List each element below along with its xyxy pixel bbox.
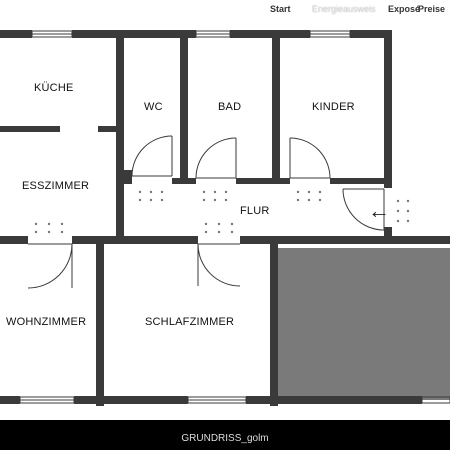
room-label-wc: WC (144, 101, 163, 113)
room-label-kinder: KINDER (312, 101, 355, 113)
caption-bar: GRUNDRISS_golm (0, 420, 450, 450)
nav-expose[interactable]: Exposé (388, 4, 420, 14)
room-label-schlafzimmer: SCHLAFZIMMER (145, 316, 235, 328)
image-caption: GRUNDRISS_golm (181, 433, 269, 444)
room-label-esszimmer: ESSZIMMER (22, 180, 90, 192)
nav-start[interactable]: Start (270, 4, 291, 14)
floor-plan: KÜCHE WC BAD KINDER ESSZIMMER FLUR WOHNZ… (0, 18, 450, 420)
entrance-arrow-icon: ← (368, 198, 390, 223)
shaded-unit-area (278, 248, 450, 400)
threshold-dots (34, 190, 410, 234)
nav-preise[interactable]: Preise (418, 4, 445, 14)
room-label-kueche: KÜCHE (34, 82, 74, 94)
room-label-wohnzimmer: WOHNZIMMER (6, 316, 87, 328)
top-navigation: Start Energieausweis Exposé Preise (0, 0, 450, 18)
nav-blurred-link[interactable]: Energieausweis (312, 4, 376, 14)
room-label-flur: FLUR (240, 205, 270, 217)
room-label-bad: BAD (218, 101, 242, 113)
